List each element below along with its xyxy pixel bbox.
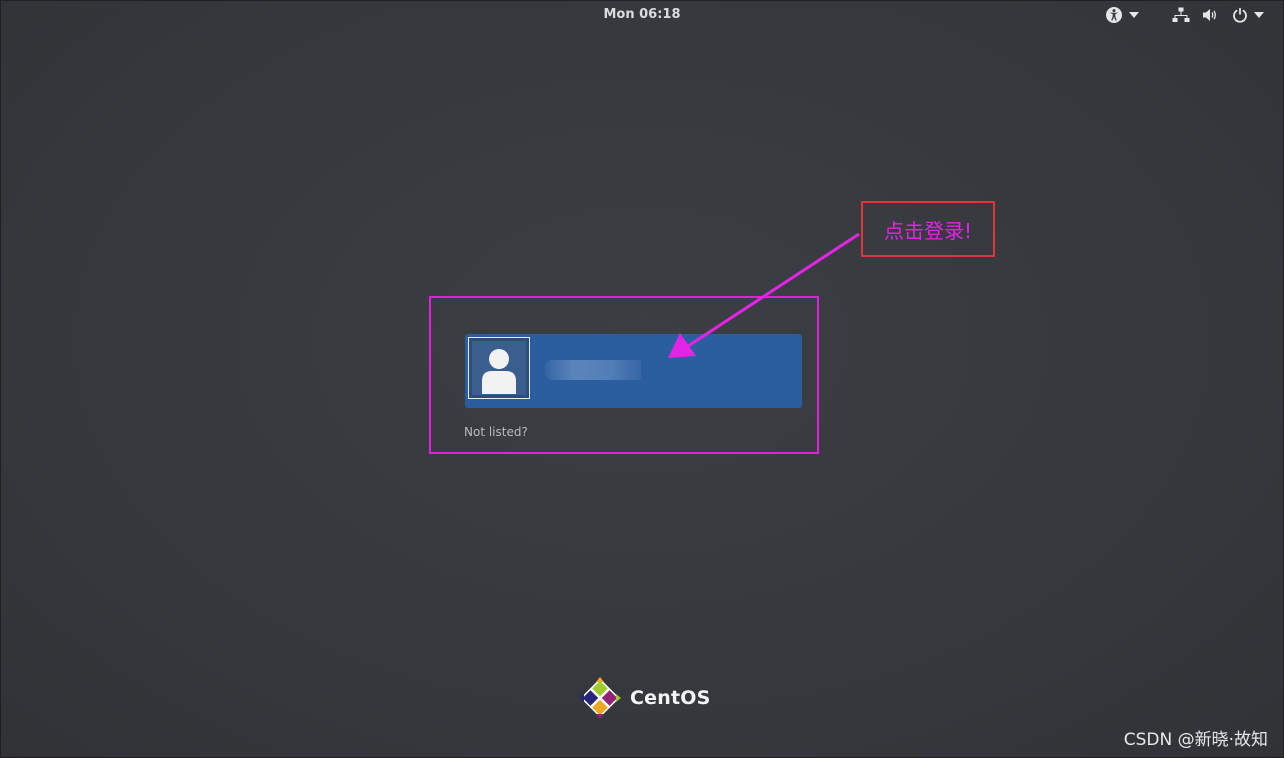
centos-logo: CentOS <box>578 676 710 720</box>
annotation-arrow-icon <box>668 232 860 358</box>
centos-logo-text: CentOS <box>630 687 711 709</box>
centos-logo-icon <box>579 677 621 719</box>
watermark: CSDN @新晓·故知 <box>1123 730 1268 750</box>
